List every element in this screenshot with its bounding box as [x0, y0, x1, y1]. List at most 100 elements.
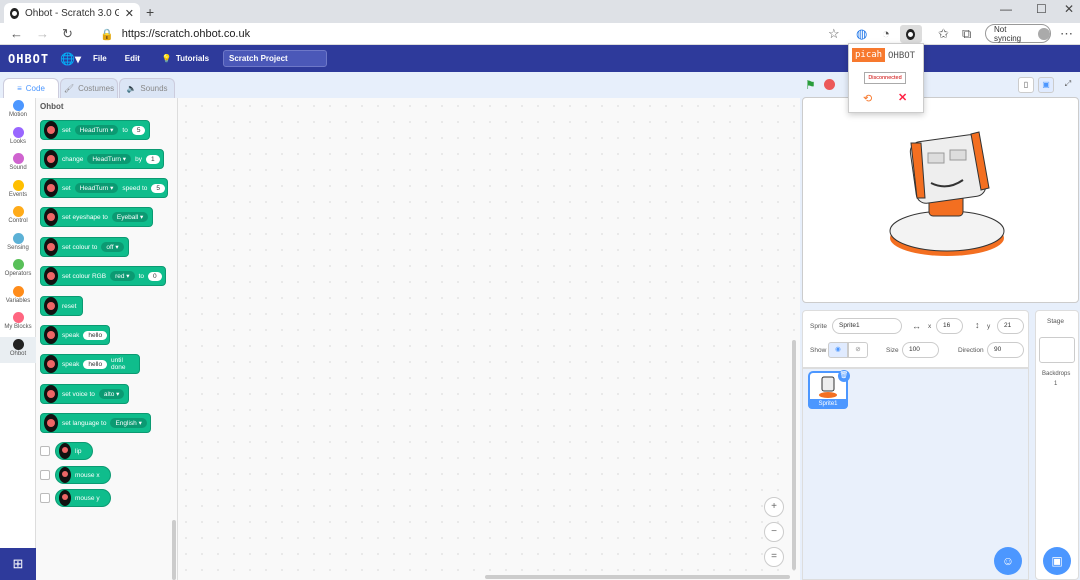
rgb-dropdown[interactable]: red	[110, 271, 135, 281]
value-input[interactable]: 5	[151, 183, 165, 193]
direction-input[interactable]: 90	[987, 342, 1024, 358]
sprite-name-input[interactable]: Sprite1	[832, 318, 902, 334]
show-visible-eye-icon[interactable]: ◉	[828, 342, 848, 358]
category-ohbot[interactable]: Ohbot	[0, 336, 36, 363]
motor-dropdown[interactable]: HeadTurn	[87, 154, 132, 164]
block-set-colour[interactable]: set colour to off	[40, 237, 129, 257]
block-set-voice[interactable]: set voice to alto	[40, 384, 129, 404]
fullscreen-icon[interactable]: ⤢	[1060, 77, 1076, 93]
block-reset[interactable]: reset	[40, 296, 83, 316]
sync-button[interactable]: Not syncing	[985, 24, 1051, 43]
small-stage-button[interactable]: ▯	[1018, 77, 1034, 93]
tab-costumes[interactable]: 🖌 Costumes	[60, 78, 118, 98]
trash-icon[interactable]: 🗑	[838, 370, 850, 382]
workspace-vertical-scrollbar[interactable]	[792, 340, 796, 570]
category-motion[interactable]: Motion	[0, 98, 36, 125]
value-input[interactable]: 1	[145, 154, 160, 164]
reporter-checkbox[interactable]	[40, 470, 50, 480]
ohbot-block-icon	[44, 150, 58, 168]
normal-stage-button[interactable]: ▣	[1038, 77, 1054, 93]
colour-dropdown[interactable]: off	[101, 242, 124, 252]
file-menu[interactable]: File	[93, 54, 107, 63]
text-input[interactable]: hello	[83, 359, 107, 369]
disconnect-close-icon[interactable]: ✕	[898, 91, 907, 104]
block-change-motor[interactable]: changeHeadTurnby1	[40, 149, 164, 169]
category-control[interactable]: Control	[0, 204, 36, 231]
tab-title: Ohbot - Scratch 3.0 GUI	[25, 7, 119, 19]
tab-code[interactable]: ≡ Code	[3, 78, 59, 98]
add-extension-button[interactable]: ⊞	[0, 548, 36, 580]
edit-menu[interactable]: Edit	[125, 54, 140, 63]
favorites-icon[interactable]: ✩	[938, 26, 949, 42]
maximize-button[interactable]: ☐	[1036, 2, 1047, 16]
x-input[interactable]: 16	[936, 318, 963, 334]
voice-dropdown[interactable]: alto	[98, 389, 125, 399]
collections-icon[interactable]: ⧉	[962, 26, 971, 42]
backdrop-thumbnail[interactable]	[1039, 337, 1075, 363]
reporter-checkbox[interactable]	[40, 493, 50, 503]
new-tab-button[interactable]: +	[146, 4, 154, 20]
category-operators[interactable]: Operators	[0, 257, 36, 284]
more-menu-icon[interactable]: ⋯	[1060, 26, 1073, 42]
close-window-button[interactable]: ✕	[1064, 2, 1074, 16]
tab-sounds-label: Sounds	[140, 84, 168, 93]
stage-canvas[interactable]	[802, 97, 1079, 303]
motor-dropdown[interactable]: HeadTurn	[74, 183, 119, 193]
script-workspace[interactable]	[178, 98, 800, 580]
text-input[interactable]: hello	[83, 330, 108, 340]
y-input[interactable]: 21	[997, 318, 1024, 334]
green-flag-icon[interactable]: ⚑	[805, 78, 816, 92]
browser-tab[interactable]: Ohbot - Scratch 3.0 GUI ✕	[4, 3, 140, 23]
palette-scrollbar[interactable]	[172, 520, 176, 580]
block-speak-until-done[interactable]: speak hello until done	[40, 354, 140, 374]
category-variables[interactable]: Variables	[0, 284, 36, 311]
ohbot-extension-button[interactable]	[900, 25, 922, 43]
size-input[interactable]: 100	[902, 342, 939, 358]
zoom-in-button[interactable]: +	[764, 497, 784, 517]
block-set-motor[interactable]: setHeadTurnto5	[40, 120, 150, 140]
reporter-lip[interactable]: lip	[55, 442, 93, 460]
forward-icon[interactable]: →	[36, 26, 49, 41]
category-label: Events	[8, 191, 28, 198]
tab-sounds[interactable]: 🔈 Sounds	[119, 78, 175, 98]
favorite-star-icon[interactable]: ☆	[828, 26, 840, 42]
block-set-language[interactable]: set language to English	[40, 413, 151, 433]
stop-icon[interactable]	[824, 79, 835, 90]
value-input[interactable]: 0	[147, 271, 162, 281]
add-backdrop-icon[interactable]: ▣	[1043, 547, 1071, 575]
workspace-horizontal-scrollbar[interactable]	[485, 575, 790, 579]
reporter-mouse-y[interactable]: mouse y	[55, 489, 111, 507]
block-speak[interactable]: speak hello	[40, 325, 110, 345]
reporter-mouse-x[interactable]: mouse x	[55, 466, 111, 484]
reload-icon[interactable]: ↻	[62, 26, 73, 42]
ohbot-block-icon	[44, 179, 58, 197]
block-set-colour-rgb[interactable]: set colour RGBredto0	[40, 266, 166, 286]
zoom-out-button[interactable]: −	[764, 522, 784, 542]
block-set-motor-speed[interactable]: setHeadTurnspeed to5	[40, 178, 168, 198]
project-title-field[interactable]: Scratch Project	[223, 50, 328, 67]
reporter-checkbox[interactable]	[40, 446, 50, 456]
hide-eye-icon[interactable]: ⊘	[848, 342, 868, 358]
extension-icon[interactable]: ◔	[882, 26, 890, 41]
category-sound[interactable]: Sound	[0, 151, 36, 178]
category-sensing[interactable]: Sensing	[0, 231, 36, 258]
category-events[interactable]: Events	[0, 178, 36, 205]
minimize-button[interactable]: —	[1000, 2, 1012, 16]
zoom-reset-button[interactable]: =	[764, 547, 784, 567]
refresh-icon[interactable]: ⟲	[863, 92, 872, 105]
add-sprite-icon[interactable]: ☺	[994, 547, 1022, 575]
eyeshape-dropdown[interactable]: Eyeball	[111, 212, 149, 222]
block-set-eyeshape[interactable]: set eyeshape to Eyeball	[40, 207, 153, 227]
url-field[interactable]: 🔒 https://scratch.ohbot.co.uk	[100, 25, 850, 43]
category-my-blocks[interactable]: My Blocks	[0, 310, 36, 337]
language-globe-icon[interactable]: 🌐▾	[60, 52, 81, 66]
back-icon[interactable]: ←	[10, 26, 23, 41]
tutorials-menu[interactable]: 💡 Tutorials	[162, 54, 209, 63]
ohbot-logo[interactable]: OHBOT	[8, 52, 48, 66]
close-tab-icon[interactable]: ✕	[125, 7, 134, 20]
category-looks[interactable]: Looks	[0, 125, 36, 152]
motor-dropdown[interactable]: HeadTurn	[74, 125, 119, 135]
extension-globe-icon[interactable]: ◍	[856, 26, 867, 42]
value-input[interactable]: 5	[131, 125, 146, 135]
language-dropdown[interactable]: English	[110, 418, 147, 428]
